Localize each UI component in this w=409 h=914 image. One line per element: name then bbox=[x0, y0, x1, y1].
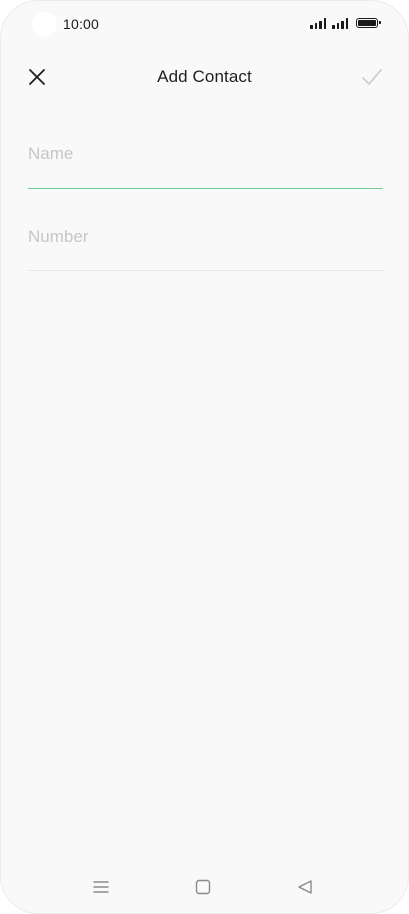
number-input[interactable] bbox=[28, 217, 383, 257]
status-icons bbox=[310, 15, 381, 31]
name-field-container bbox=[28, 134, 383, 189]
name-underline bbox=[28, 187, 383, 189]
number-field-container bbox=[28, 217, 383, 271]
page-title: Add Contact bbox=[157, 67, 252, 86]
save-button[interactable] bbox=[358, 63, 386, 91]
home-button[interactable] bbox=[191, 875, 215, 899]
status-bar: 10:00 bbox=[1, 1, 408, 47]
front-camera bbox=[32, 12, 57, 37]
checkmark-icon bbox=[362, 69, 382, 85]
status-time: 10:00 bbox=[63, 16, 100, 32]
recent-apps-button[interactable] bbox=[89, 875, 113, 899]
home-icon bbox=[195, 879, 211, 895]
signal-icon bbox=[310, 17, 326, 29]
back-button[interactable] bbox=[293, 875, 317, 899]
app-bar: Add Contact bbox=[1, 53, 408, 101]
battery-icon bbox=[356, 18, 381, 28]
navigation-bar bbox=[1, 861, 408, 913]
menu-icon bbox=[93, 881, 109, 893]
back-icon bbox=[298, 880, 312, 894]
signal-icon bbox=[332, 17, 348, 29]
name-input[interactable] bbox=[28, 134, 383, 174]
phone-screen: 10:00 Add Contact bbox=[0, 0, 409, 914]
number-underline bbox=[28, 269, 383, 271]
